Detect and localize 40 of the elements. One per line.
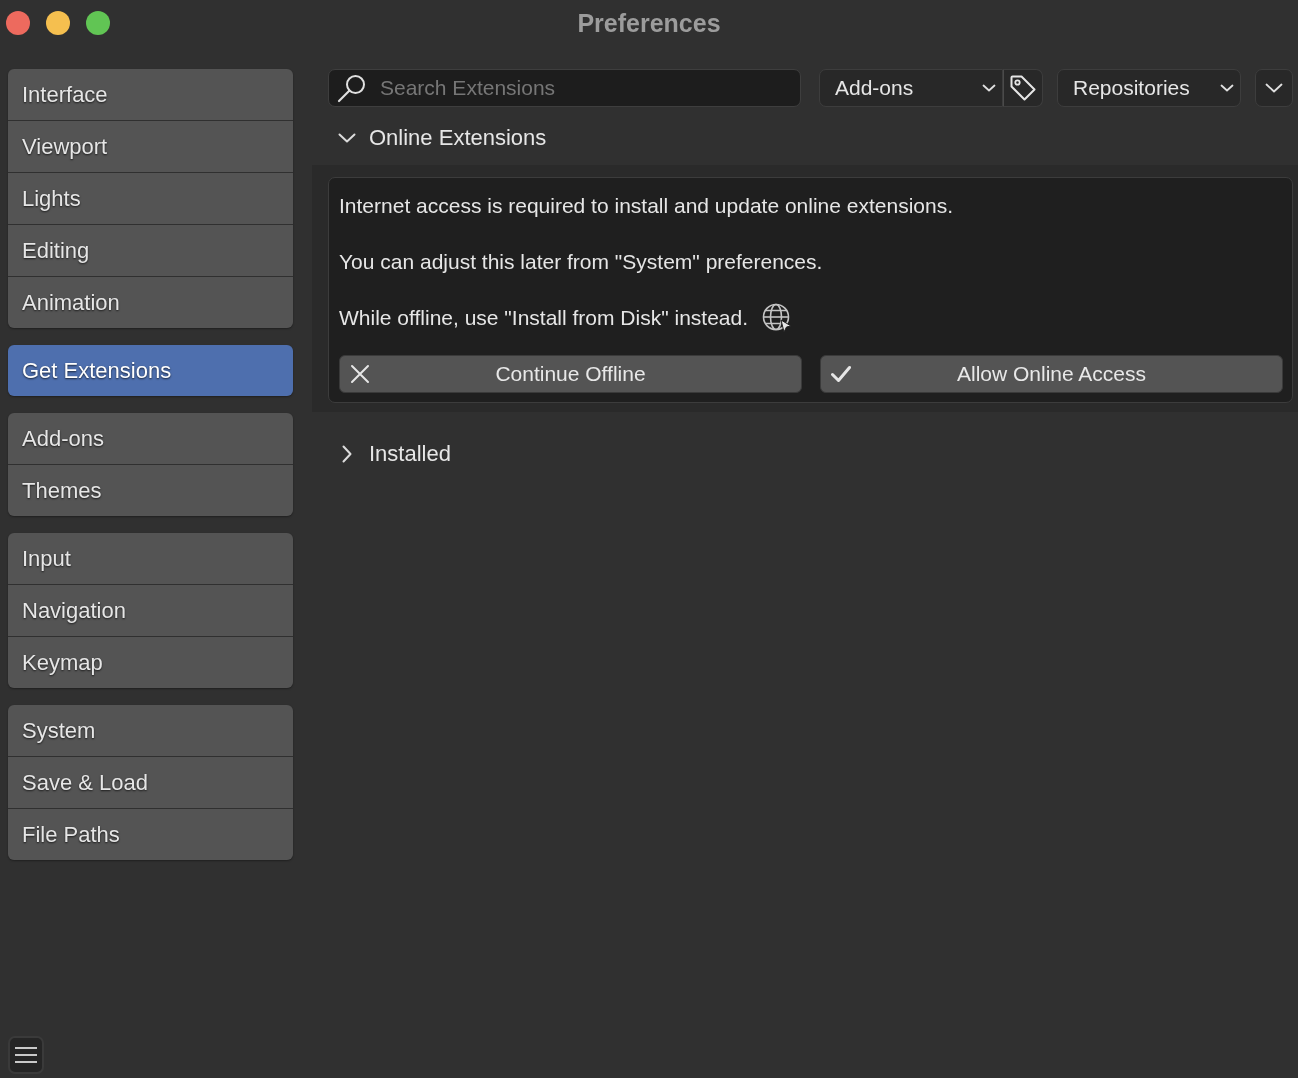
sidebar-item[interactable]: Animation bbox=[8, 277, 293, 328]
section-header[interactable]: Online Extensions bbox=[328, 119, 547, 157]
sidebar-item[interactable]: Keymap bbox=[8, 637, 293, 688]
window-title: Preferences bbox=[577, 8, 721, 38]
zoom-icon[interactable] bbox=[86, 11, 110, 35]
globe-icon bbox=[762, 303, 793, 333]
menu-icon bbox=[14, 1046, 38, 1064]
close-icon bbox=[350, 364, 370, 384]
sidebar-item[interactable]: Viewport bbox=[8, 121, 293, 172]
options-button[interactable] bbox=[1255, 69, 1293, 107]
sidebar-item[interactable]: Input bbox=[8, 533, 293, 584]
notice-text: While offline, use "Install from Disk" instead. bbox=[339, 306, 749, 330]
sidebar-item[interactable]: Save & Load bbox=[8, 757, 293, 808]
sidebar-item[interactable]: Themes bbox=[8, 465, 293, 516]
section-header[interactable]: Installed bbox=[328, 435, 451, 473]
sidebar-item[interactable]: Navigation bbox=[8, 585, 293, 636]
dialog-button[interactable]: Continue Offline bbox=[339, 355, 802, 393]
sidebar-item[interactable]: Interface bbox=[8, 69, 293, 120]
search-field[interactable]: Search Extensions bbox=[328, 69, 801, 107]
sidebar-item[interactable]: Editing bbox=[8, 225, 293, 276]
tag-icon bbox=[1009, 74, 1037, 102]
notice-text: Internet access is required to install and update online extensions. bbox=[339, 194, 954, 218]
chevron-down-icon bbox=[1220, 84, 1234, 92]
chevron-down-icon bbox=[1265, 83, 1283, 93]
chevron-down-icon bbox=[982, 84, 996, 92]
menu-button[interactable] bbox=[8, 1036, 44, 1074]
tag-button[interactable] bbox=[1003, 69, 1043, 107]
sidebar-item[interactable]: System bbox=[8, 705, 293, 756]
close-icon[interactable] bbox=[6, 11, 30, 35]
sidebar-item[interactable]: Lights bbox=[8, 173, 293, 224]
sidebar-item[interactable]: Add-ons bbox=[8, 413, 293, 464]
filter-dropdown[interactable]: Add-ons bbox=[819, 69, 1003, 107]
minimize-icon[interactable] bbox=[46, 11, 70, 35]
check-icon bbox=[831, 364, 851, 384]
search-icon bbox=[337, 73, 367, 103]
sidebar-item[interactable]: Get Extensions bbox=[8, 345, 293, 396]
repositories-dropdown[interactable]: Repositories bbox=[1057, 69, 1241, 107]
sidebar-item[interactable]: File Paths bbox=[8, 809, 293, 860]
notice-text: You can adjust this later from "System" preferences. bbox=[339, 250, 823, 274]
dialog-button[interactable]: Allow Online Access bbox=[820, 355, 1283, 393]
